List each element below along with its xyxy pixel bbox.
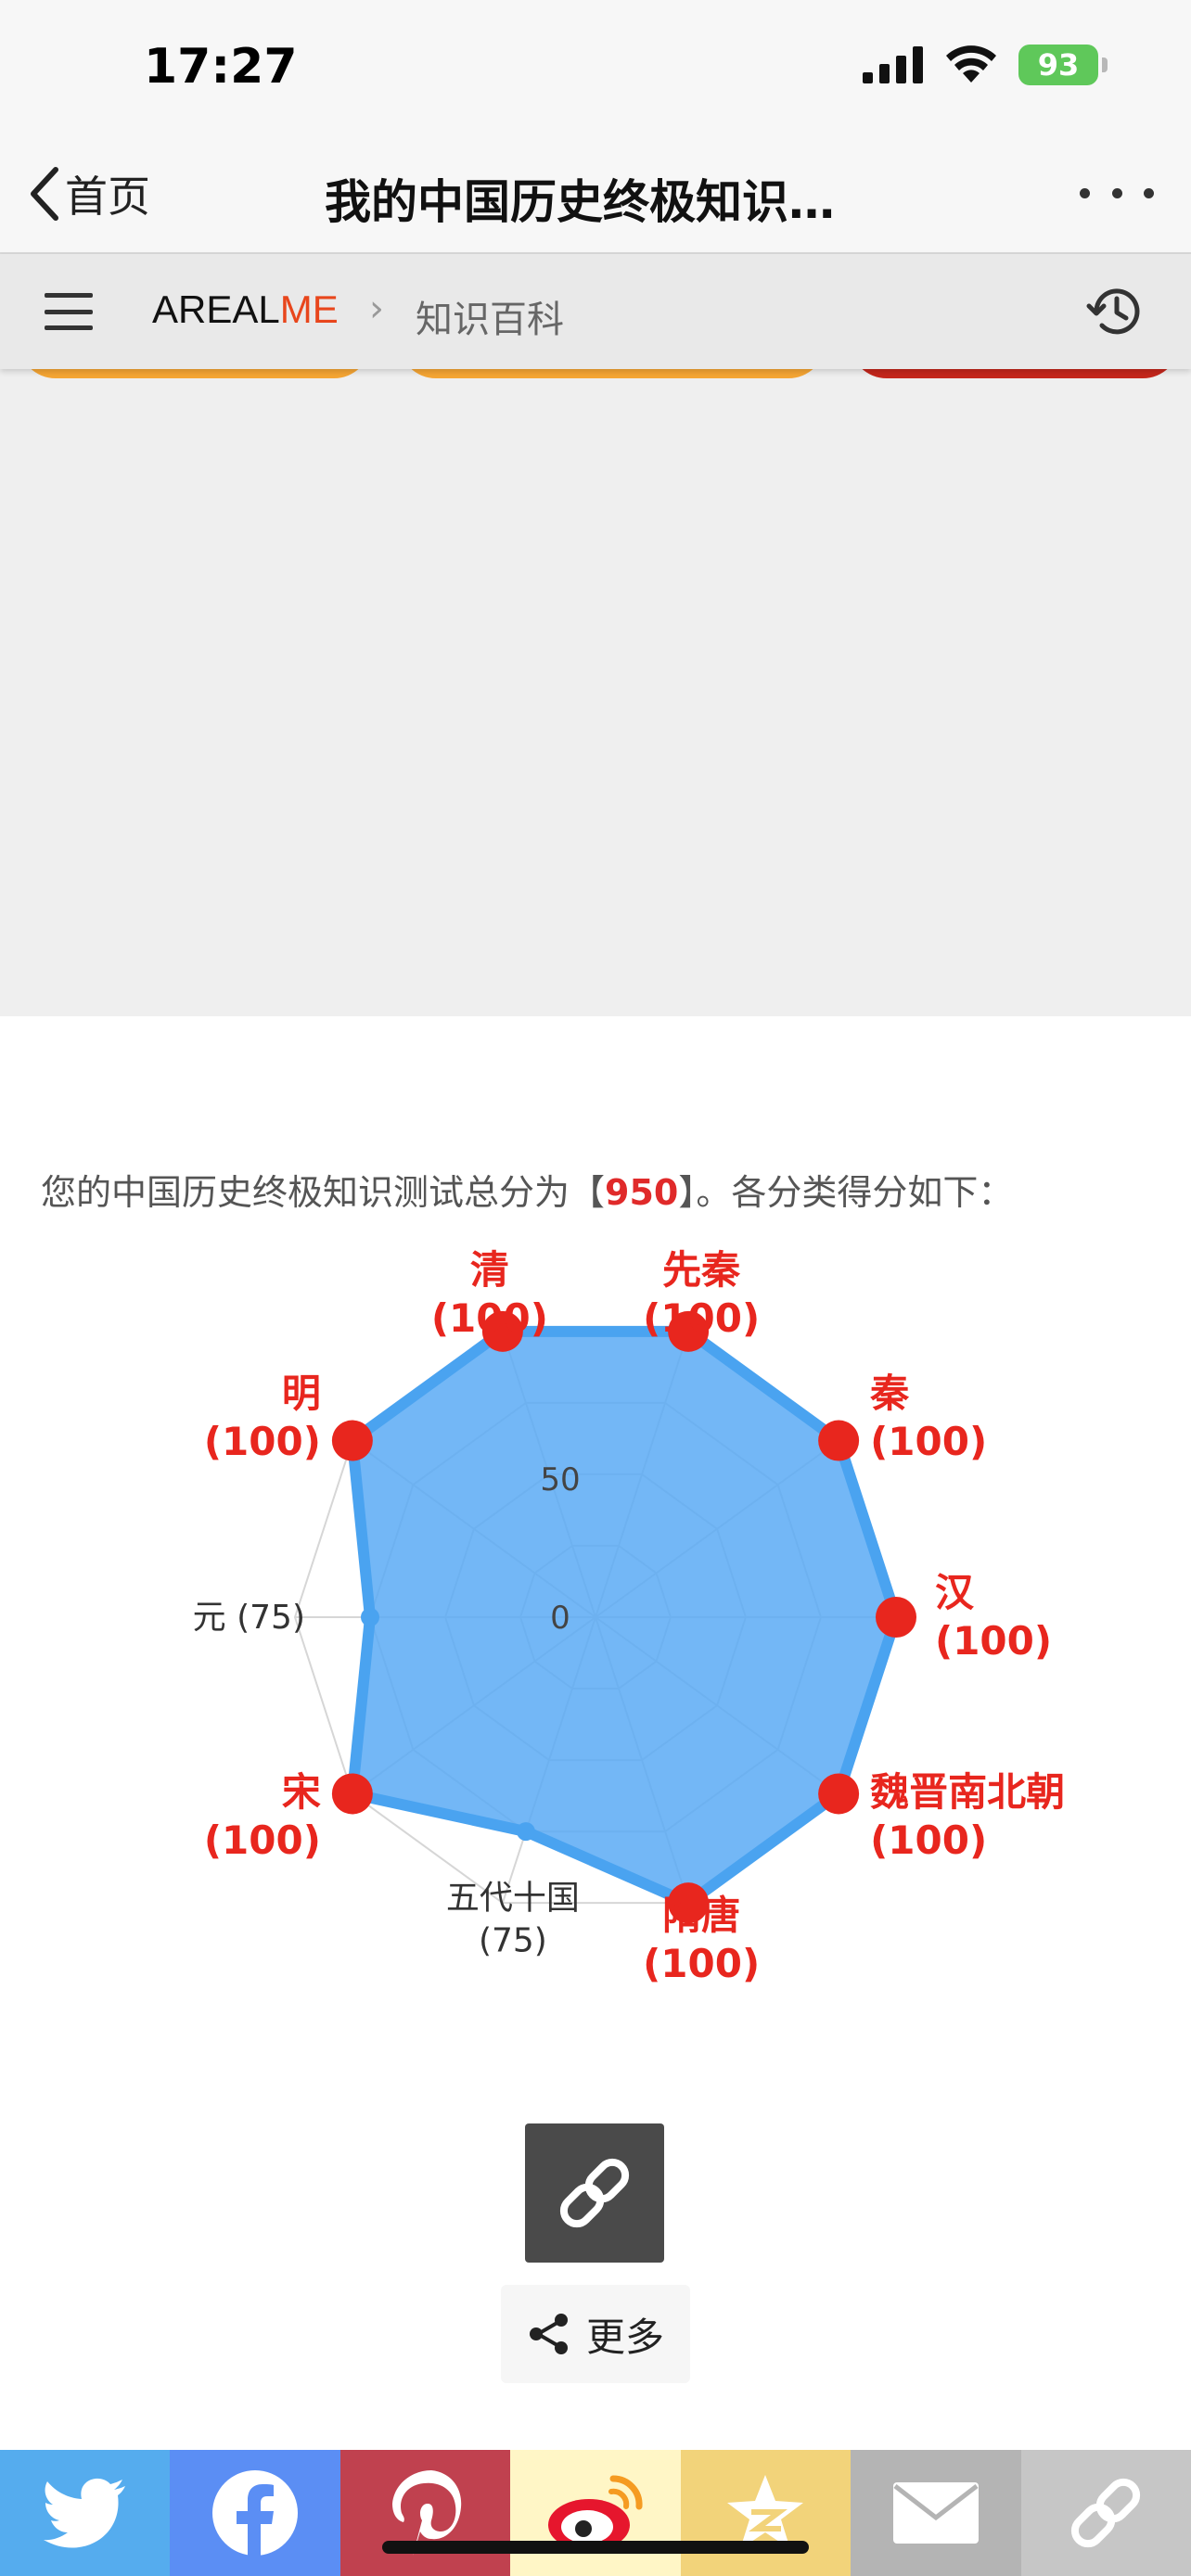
radar-category-label: 宋(100) <box>204 1769 321 1863</box>
page-title: 我的中国历史终极知识… <box>325 175 835 229</box>
twitter-icon <box>43 2478 125 2548</box>
battery-level: 93 <box>1037 47 1080 83</box>
email-share-button[interactable] <box>851 2450 1021 2576</box>
score-prefix: 您的中国历史终极知识测试总分为【 <box>41 1172 606 1213</box>
facebook-share-button[interactable] <box>170 2450 340 2576</box>
radar-data-point[interactable] <box>876 1597 916 1638</box>
home-indicator <box>382 2541 809 2554</box>
battery-indicator: 93 <box>1018 45 1108 85</box>
nav-bar: 首页 我的中国历史终极知识… <box>0 139 1191 254</box>
pinterest-share-button[interactable] <box>339 2450 511 2576</box>
score-summary: 您的中国历史终极知识测试总分为【950】。各分类得分如下： <box>41 1164 1013 1215</box>
content-placeholder <box>0 369 1191 1016</box>
share-bar <box>0 2450 1191 2576</box>
radar-data-point[interactable] <box>818 1773 860 1815</box>
radar-category-label: 先秦(100) <box>643 1247 760 1341</box>
copy-link-button[interactable] <box>525 2123 664 2263</box>
radar-area <box>346 1325 902 1909</box>
radar-category-label: 秦(100) <box>869 1371 987 1464</box>
status-time: 17:27 <box>144 39 298 95</box>
link-icon <box>559 2158 630 2228</box>
history-icon[interactable] <box>1085 282 1145 341</box>
chevron-left-icon <box>31 167 58 221</box>
share-icon <box>529 2314 568 2354</box>
radar-category-label: 隋唐(100) <box>643 1893 760 1986</box>
site-logo[interactable]: AREALME <box>152 287 339 332</box>
radar-data-point[interactable] <box>516 1822 535 1842</box>
more-options-icon[interactable] <box>1080 172 1154 213</box>
status-bar: 17:27 93 <box>0 0 1191 139</box>
logo-main: AREAL <box>152 287 280 331</box>
back-label: 首页 <box>65 172 150 222</box>
radar-chart: 0 50 先秦(100) 秦(100) 汉(100) 魏晋南北朝(100) 隋唐(100)… <box>193 1247 1065 1986</box>
radar-data-point[interactable] <box>331 1420 373 1461</box>
email-icon <box>892 2482 979 2544</box>
score-suffix: 】。各分类得分如下： <box>678 1172 1014 1213</box>
qzone-share-button[interactable] <box>680 2450 852 2576</box>
site-header: AREALME › 知识百科 <box>0 254 1191 369</box>
category-pill[interactable] <box>19 369 371 378</box>
hamburger-menu-icon[interactable] <box>45 293 93 330</box>
more-label: 更多 <box>585 2314 664 2360</box>
chevron-right-icon: › <box>369 287 384 330</box>
more-share-button[interactable]: 更多 <box>501 2285 690 2383</box>
radar-series-area <box>346 1325 902 1909</box>
breadcrumb[interactable]: 知识百科 <box>416 289 564 343</box>
back-button[interactable]: 首页 <box>28 161 150 226</box>
radar-category-label: 明(100) <box>204 1371 321 1464</box>
category-pill[interactable] <box>399 369 826 378</box>
radar-category-label: 元 (75) <box>193 1599 305 1637</box>
status-icons: 93 <box>863 45 1108 85</box>
link-icon <box>1071 2478 1141 2548</box>
wifi-icon <box>946 45 996 83</box>
radar-data-point[interactable] <box>818 1420 860 1461</box>
signal-icon <box>863 46 923 83</box>
link-share-button[interactable] <box>1020 2450 1191 2576</box>
radar-category-label: 清(100) <box>431 1247 548 1341</box>
twitter-share-button[interactable] <box>0 2450 171 2576</box>
logo-accent: ME <box>279 287 339 331</box>
radar-category-label: 魏晋南北朝(100) <box>870 1769 1065 1863</box>
radar-data-point[interactable] <box>361 1608 379 1626</box>
weibo-share-button[interactable] <box>510 2450 681 2576</box>
radar-data-point[interactable] <box>331 1773 373 1815</box>
radar-tick-label: 0 <box>550 1600 570 1637</box>
radar-category-label: 五代十国(75) <box>446 1879 580 1959</box>
category-pill[interactable] <box>850 369 1180 378</box>
facebook-icon <box>212 2470 299 2557</box>
radar-category-label: 汉(100) <box>935 1570 1052 1664</box>
radar-tick-label: 50 <box>540 1461 580 1498</box>
total-score: 950 <box>605 1172 679 1213</box>
